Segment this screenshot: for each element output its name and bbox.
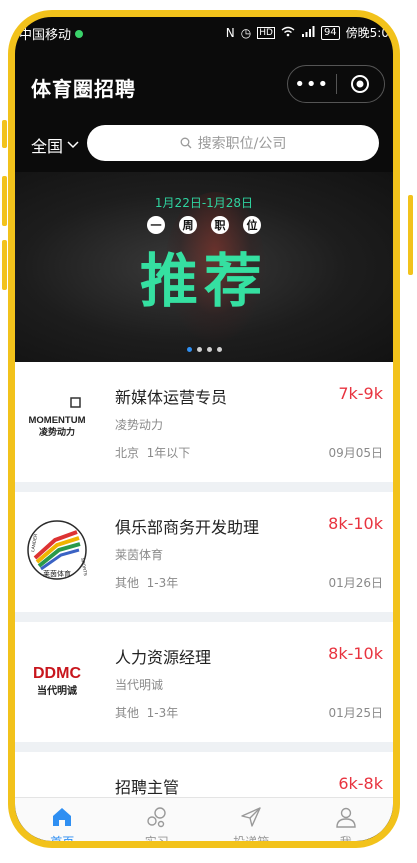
bubbles-icon xyxy=(147,806,166,827)
job-experience: 1-3年 xyxy=(146,576,179,590)
alarm-icon: ◷ xyxy=(240,25,252,40)
job-company: 凌势动力 xyxy=(115,418,164,432)
job-card[interactable]: MOMENTUM 凌势动力 新媒体运营专员 7k-9k 凌势动力 北京 1年以下… xyxy=(15,362,393,482)
job-card[interactable]: 招聘主管 6k-8k xyxy=(15,752,393,797)
logo-text: 当代明诚 xyxy=(37,684,77,697)
banner-headline: 推荐 xyxy=(139,247,268,315)
tab-bar: 首页 实习 投递箱 我 xyxy=(15,797,394,848)
job-title: 人力资源经理 xyxy=(115,648,212,667)
banner-chips: 一 周 职 位 xyxy=(15,216,393,234)
job-salary: 7k-9k xyxy=(338,384,383,403)
header: 体育圈招聘 ••• xyxy=(15,55,393,115)
more-icon[interactable]: ••• xyxy=(288,74,336,95)
job-salary: 8k-10k xyxy=(328,514,383,533)
paper-plane-icon xyxy=(241,806,261,827)
weekly-recommend-banner[interactable]: 1月22日-1月28日 一 周 职 位 推荐 xyxy=(15,172,393,362)
carrier-label: 中国移动 xyxy=(19,28,72,43)
wifi-icon xyxy=(281,26,295,40)
hd-icon: HD xyxy=(257,26,275,39)
job-salary: 8k-10k xyxy=(328,644,383,663)
status-left: 中国移动 xyxy=(19,24,84,43)
job-company: 当代明诚 xyxy=(115,678,164,692)
home-icon xyxy=(53,807,72,826)
job-title: 俱乐部商务开发助理 xyxy=(115,518,260,537)
phone-frame: 中国移动 N ◷ HD 94 傍晚5:0 体育圈招聘 ••• 全国 搜索职位/公… xyxy=(8,10,400,848)
carousel-dot[interactable] xyxy=(206,347,212,352)
volume-up-button xyxy=(2,176,7,226)
carousel-dot[interactable] xyxy=(196,347,202,352)
tab-label: 首页 xyxy=(50,834,75,848)
tab-internship[interactable]: 实习 xyxy=(110,798,205,848)
tab-me[interactable]: 我 xyxy=(299,798,394,848)
notification-dot-icon xyxy=(75,29,84,38)
job-title: 招聘主管 xyxy=(115,778,180,797)
banner-chip: 职 xyxy=(211,216,229,234)
carousel-dot[interactable] xyxy=(216,347,222,352)
company-logo: MOMENTUM 凌势动力 xyxy=(21,390,93,450)
job-date: 01月26日 xyxy=(328,576,383,590)
tab-home[interactable]: 首页 xyxy=(15,798,110,848)
region-label: 全国 xyxy=(31,137,64,156)
logo-text: 莱茵体育 xyxy=(43,569,71,578)
banner-chip: 位 xyxy=(243,216,261,234)
company-logo: DDMC 当代明诚 xyxy=(21,650,93,710)
job-location: 其他 xyxy=(115,706,140,720)
logo-text: MOMENTUM xyxy=(29,415,86,426)
logo-text: 凌势动力 xyxy=(39,426,75,438)
logo-text: DDMC xyxy=(33,665,81,682)
tab-outbox[interactable]: 投递箱 xyxy=(204,798,299,848)
search-row: 全国 搜索职位/公司 xyxy=(15,121,393,169)
job-meta: 其他 1-3年 xyxy=(115,574,178,591)
user-icon xyxy=(336,807,356,828)
job-salary: 6k-8k xyxy=(338,774,383,793)
banner-chip: 一 xyxy=(147,216,165,234)
job-list: MOMENTUM 凌势动力 新媒体运营专员 7k-9k 凌势动力 北京 1年以下… xyxy=(15,362,393,797)
job-card[interactable]: LANDER 莱茵体育 SPORTS 俱乐部商务开发助理 8k-10k 莱茵体育… xyxy=(15,492,393,612)
job-experience: 1-3年 xyxy=(146,706,179,720)
job-location: 其他 xyxy=(115,576,140,590)
job-meta: 北京 1年以下 xyxy=(115,444,190,461)
job-company: 莱茵体育 xyxy=(115,548,164,562)
mini-program-capsule: ••• xyxy=(287,65,385,103)
tab-label: 实习 xyxy=(144,834,169,848)
carousel-dot[interactable] xyxy=(186,347,192,352)
status-right: N ◷ HD 94 傍晚5:0 xyxy=(226,24,389,41)
volume-button xyxy=(2,120,7,148)
status-bar: 中国移动 N ◷ HD 94 傍晚5:0 xyxy=(15,17,393,47)
search-placeholder: 搜索职位/公司 xyxy=(197,136,287,152)
job-experience: 1年以下 xyxy=(146,446,191,460)
job-location: 北京 xyxy=(115,446,140,460)
job-card[interactable]: DDMC 当代明诚 人力资源经理 8k-10k 当代明诚 其他 1-3年 01月… xyxy=(15,622,393,742)
search-input[interactable]: 搜索职位/公司 xyxy=(87,125,379,161)
chevron-down-icon xyxy=(67,141,79,149)
banner-date: 1月22日-1月28日 xyxy=(154,196,254,210)
power-button xyxy=(408,195,413,275)
battery-icon: 94 xyxy=(320,25,340,40)
record-target-icon[interactable] xyxy=(336,74,384,94)
clock: 傍晚5:0 xyxy=(345,26,389,40)
job-date: 01月25日 xyxy=(328,706,383,720)
volume-down-button xyxy=(2,240,7,290)
job-date: 09月05日 xyxy=(328,446,383,460)
carousel-indicator xyxy=(15,347,393,352)
tab-label: 我 xyxy=(339,834,352,848)
nfc-icon: N xyxy=(225,25,235,40)
signal-icon xyxy=(301,25,315,40)
app-title: 体育圈招聘 xyxy=(31,77,136,101)
region-selector[interactable]: 全国 xyxy=(31,133,79,157)
company-logo: LANDER 莱茵体育 SPORTS xyxy=(21,520,93,580)
search-icon xyxy=(180,137,192,149)
battery-level: 94 xyxy=(323,26,337,38)
tab-label: 投递箱 xyxy=(233,834,270,848)
job-title: 新媒体运营专员 xyxy=(115,388,228,407)
banner-chip: 周 xyxy=(179,216,197,234)
job-meta: 其他 1-3年 xyxy=(115,704,178,721)
